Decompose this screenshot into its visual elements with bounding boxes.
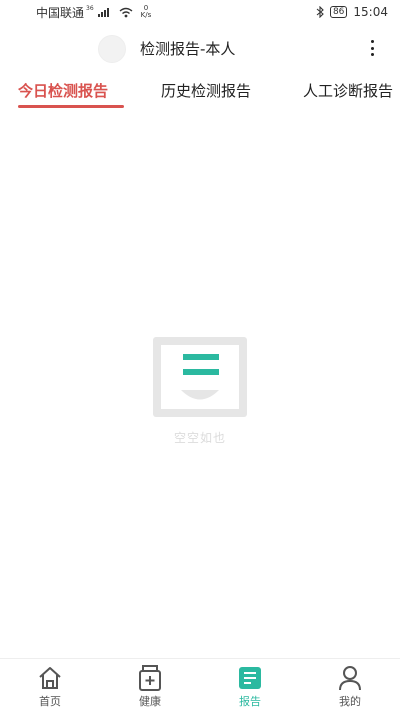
empty-state: 空空如也 [153, 337, 247, 447]
avatar[interactable] [98, 35, 126, 63]
signal-icon [97, 7, 109, 17]
tab-manual-diagnosis-report[interactable]: 人工诊断报告 [303, 80, 393, 101]
more-dot-icon [370, 53, 374, 56]
carrier-name: 中国联通 [36, 5, 85, 20]
nav-label-health: 健康 [139, 695, 161, 708]
nav-label-home: 首页 [39, 695, 61, 708]
bluetooth-icon [316, 6, 324, 18]
nav-item-home[interactable]: 首页 [0, 659, 100, 711]
status-bar: 中国联通 36 0 K/s 86 15:04 [0, 0, 400, 24]
status-left: 中国联通 36 0 K/s [36, 4, 151, 21]
status-right: 86 15:04 [316, 5, 388, 19]
more-dot-icon [370, 46, 374, 50]
more-options-button[interactable] [368, 38, 376, 58]
tab-today-report[interactable]: 今日检测报告 [18, 80, 108, 101]
more-dot-icon [370, 40, 374, 43]
active-tab-indicator [18, 105, 124, 108]
home-icon [37, 665, 63, 691]
net-speed: 0 K/s [141, 5, 152, 19]
nav-item-report[interactable]: 报告 [200, 659, 300, 711]
nav-label-report: 报告 [239, 695, 261, 708]
clock: 15:04 [353, 5, 388, 19]
bottom-nav: 首页 健康 报告 我的 [0, 658, 400, 711]
medicine-icon [137, 665, 163, 691]
page-title: 检测报告-本人 [140, 40, 236, 58]
tab-history-report[interactable]: 历史检测报告 [161, 80, 251, 101]
net-speed-unit: K/s [140, 11, 152, 19]
nav-label-mine: 我的 [339, 695, 361, 708]
empty-inbox-icon [153, 337, 247, 417]
signal-type: 36 [86, 4, 94, 12]
person-icon [337, 665, 363, 691]
battery-indicator: 86 [329, 6, 348, 18]
tab-bar: 今日检测报告 历史检测报告 人工诊断报告 [0, 76, 400, 112]
nav-item-mine[interactable]: 我的 [300, 659, 400, 711]
report-icon [237, 665, 263, 691]
wifi-icon [119, 7, 133, 17]
nav-item-health[interactable]: 健康 [100, 659, 200, 711]
header: 检测报告-本人 [0, 28, 400, 68]
empty-state-text: 空空如也 [173, 431, 226, 445]
